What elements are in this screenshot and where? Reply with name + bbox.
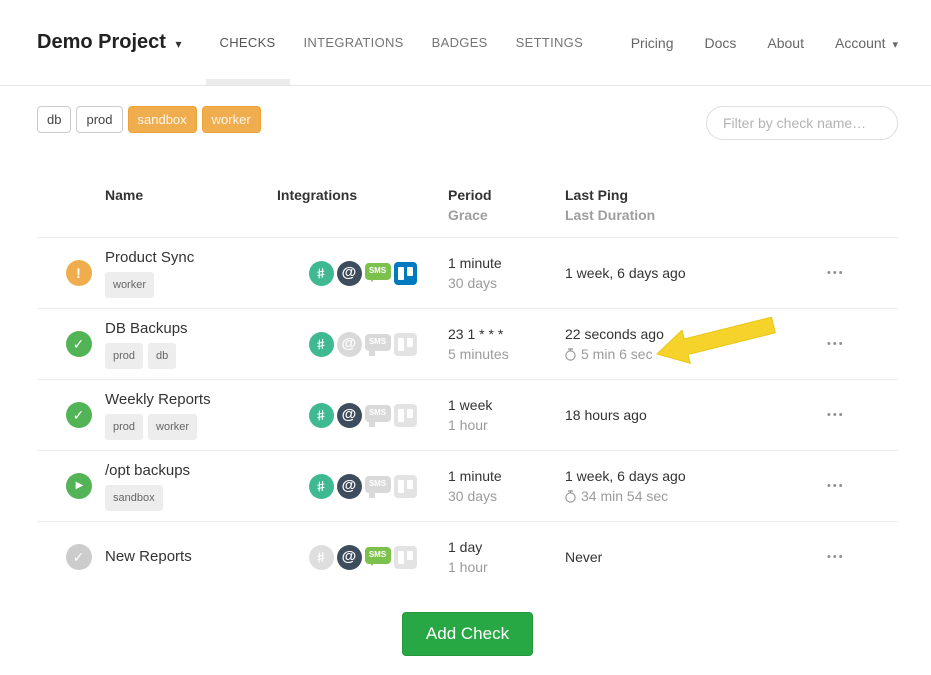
col-grace: Grace (448, 205, 565, 225)
period-value: 23 1 * * * (448, 324, 565, 344)
slack-icon: # (309, 474, 334, 499)
check-name-filter-input[interactable] (706, 106, 898, 140)
tag-filter-db[interactable]: db (37, 106, 71, 133)
table-row: ✓ Weekly Reports prod worker # @ SMS 1 w… (37, 379, 898, 450)
slack-icon: # (309, 332, 334, 357)
tag-filter-group: db prod sandbox worker (37, 106, 261, 133)
tag-filter-sandbox[interactable]: sandbox (128, 106, 197, 133)
table-row: ! Product Sync worker # @ SMS 1 minute 3… (37, 237, 898, 308)
slack-icon: # (309, 403, 334, 428)
status-new-icon: ✓ (66, 544, 92, 570)
check-tag: db (148, 343, 176, 369)
sms-icon: SMS (365, 547, 391, 564)
last-ping-value: 22 seconds ago (565, 324, 825, 344)
sms-icon: SMS (365, 334, 391, 351)
col-name: Name (105, 185, 277, 205)
last-duration-value: 5 min 6 sec (581, 344, 653, 364)
grace-value: 1 hour (448, 557, 565, 577)
check-name[interactable]: New Reports (105, 547, 277, 567)
link-pricing[interactable]: Pricing (631, 35, 674, 51)
period-value: 1 week (448, 395, 565, 415)
last-ping-value: 1 week, 6 days ago (565, 466, 825, 486)
check-name[interactable]: Weekly Reports (105, 390, 277, 410)
tab-badges[interactable]: BADGES (418, 0, 502, 85)
last-duration-value: 34 min 54 sec (581, 486, 668, 506)
check-tag: sandbox (105, 485, 163, 511)
link-docs[interactable]: Docs (704, 35, 736, 51)
project-switcher[interactable]: Demo Project ▾ (37, 31, 182, 54)
add-check-button[interactable]: Add Check (402, 612, 533, 656)
status-up-icon: ✓ (66, 402, 92, 428)
tab-settings[interactable]: SETTINGS (502, 0, 597, 85)
row-menu-button[interactable]: ••• (825, 330, 847, 358)
table-row: ▶ /opt backups sandbox # @ SMS 1 minute … (37, 450, 898, 521)
row-menu-button[interactable]: ••• (825, 472, 847, 500)
slack-icon: # (309, 545, 334, 570)
email-icon: @ (337, 474, 362, 499)
filter-bar: db prod sandbox worker (37, 106, 898, 140)
sms-icon: SMS (365, 405, 391, 422)
email-icon: @ (337, 261, 362, 286)
last-ping-value: 18 hours ago (565, 405, 825, 425)
email-icon: @ (337, 332, 362, 357)
status-up-icon: ✓ (66, 331, 92, 357)
trello-icon (394, 262, 417, 285)
stopwatch-icon (565, 348, 576, 361)
checks-table: Name Integrations Period Grace Last Ping… (37, 171, 898, 592)
check-tag: worker (148, 414, 197, 440)
check-name[interactable]: DB Backups (105, 319, 277, 339)
check-tag: worker (105, 272, 154, 298)
status-grace-icon: ! (66, 260, 92, 286)
grace-value: 30 days (448, 273, 565, 293)
period-value: 1 day (448, 537, 565, 557)
tab-checks[interactable]: CHECKS (206, 0, 290, 85)
stopwatch-icon (565, 490, 576, 503)
trello-icon (394, 546, 417, 569)
trello-icon (394, 404, 417, 427)
status-started-icon: ▶ (66, 473, 92, 499)
row-menu-button[interactable]: ••• (825, 401, 847, 429)
email-icon: @ (337, 545, 362, 570)
table-row: ✓ DB Backups prod db # @ SMS 23 1 * * * … (37, 308, 898, 379)
project-name: Demo Project (37, 31, 166, 53)
period-value: 1 minute (448, 253, 565, 273)
top-navigation: Demo Project ▾ CHECKS INTEGRATIONS BADGE… (0, 0, 931, 86)
col-period: Period (448, 185, 565, 205)
grace-value: 30 days (448, 486, 565, 506)
trello-icon (394, 475, 417, 498)
trello-icon (394, 333, 417, 356)
check-name[interactable]: /opt backups (105, 461, 277, 481)
sms-icon: SMS (365, 476, 391, 493)
chevron-down-icon: ▾ (892, 39, 898, 51)
nav-tabs: CHECKS INTEGRATIONS BADGES SETTINGS (206, 0, 598, 85)
tag-filter-prod[interactable]: prod (76, 106, 122, 133)
account-menu[interactable]: Account ▾ (835, 35, 898, 51)
table-row: ✓ New Reports # @ SMS 1 day 1 hour Never… (37, 521, 898, 592)
email-icon: @ (337, 403, 362, 428)
grace-value: 1 hour (448, 415, 565, 435)
col-last-duration: Last Duration (565, 205, 825, 225)
last-ping-value: Never (565, 547, 825, 567)
check-tag: prod (105, 414, 143, 440)
tab-integrations[interactable]: INTEGRATIONS (290, 0, 418, 85)
last-ping-value: 1 week, 6 days ago (565, 263, 825, 283)
link-about[interactable]: About (767, 35, 804, 51)
table-header: Name Integrations Period Grace Last Ping… (37, 171, 898, 237)
row-menu-button[interactable]: ••• (825, 259, 847, 287)
col-last-ping: Last Ping (565, 185, 825, 205)
col-integrations: Integrations (277, 185, 448, 205)
row-menu-button[interactable]: ••• (825, 543, 847, 571)
slack-icon: # (309, 261, 334, 286)
period-value: 1 minute (448, 466, 565, 486)
check-tag: prod (105, 343, 143, 369)
sms-icon: SMS (365, 263, 391, 280)
chevron-down-icon: ▾ (176, 37, 182, 51)
tag-filter-worker[interactable]: worker (202, 106, 261, 133)
account-label: Account (835, 35, 886, 51)
nav-links: Pricing Docs About Account ▾ (631, 35, 898, 51)
grace-value: 5 minutes (448, 344, 565, 364)
check-name[interactable]: Product Sync (105, 248, 277, 268)
